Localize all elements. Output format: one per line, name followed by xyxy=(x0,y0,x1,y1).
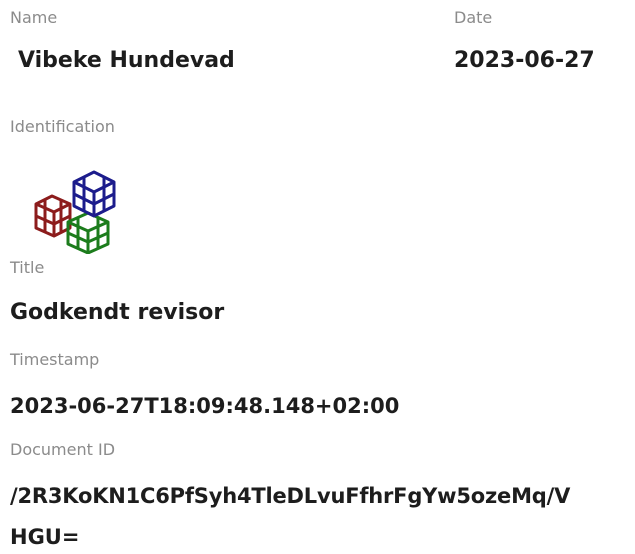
date-label: Date xyxy=(454,8,493,27)
document-id-label: Document ID xyxy=(10,440,116,459)
timestamp-label: Timestamp xyxy=(10,350,100,369)
name-value: Vibeke Hundevad xyxy=(18,48,235,73)
identification-label: Identification xyxy=(10,117,115,136)
cube-cluster-logo-icon xyxy=(30,170,122,255)
timestamp-value: 2023-06-27T18:09:48.148+02:00 xyxy=(10,394,400,418)
name-label: Name xyxy=(10,8,58,27)
document-id-value-line2: HGU= xyxy=(10,525,80,549)
date-value: 2023-06-27 xyxy=(454,48,595,73)
document-id-value-line1: /2R3KoKN1C6PfSyh4TleDLvuFfhrFgYw5ozeMq/V xyxy=(10,484,571,508)
title-value: Godkendt revisor xyxy=(10,300,225,325)
title-label: Title xyxy=(10,258,45,277)
